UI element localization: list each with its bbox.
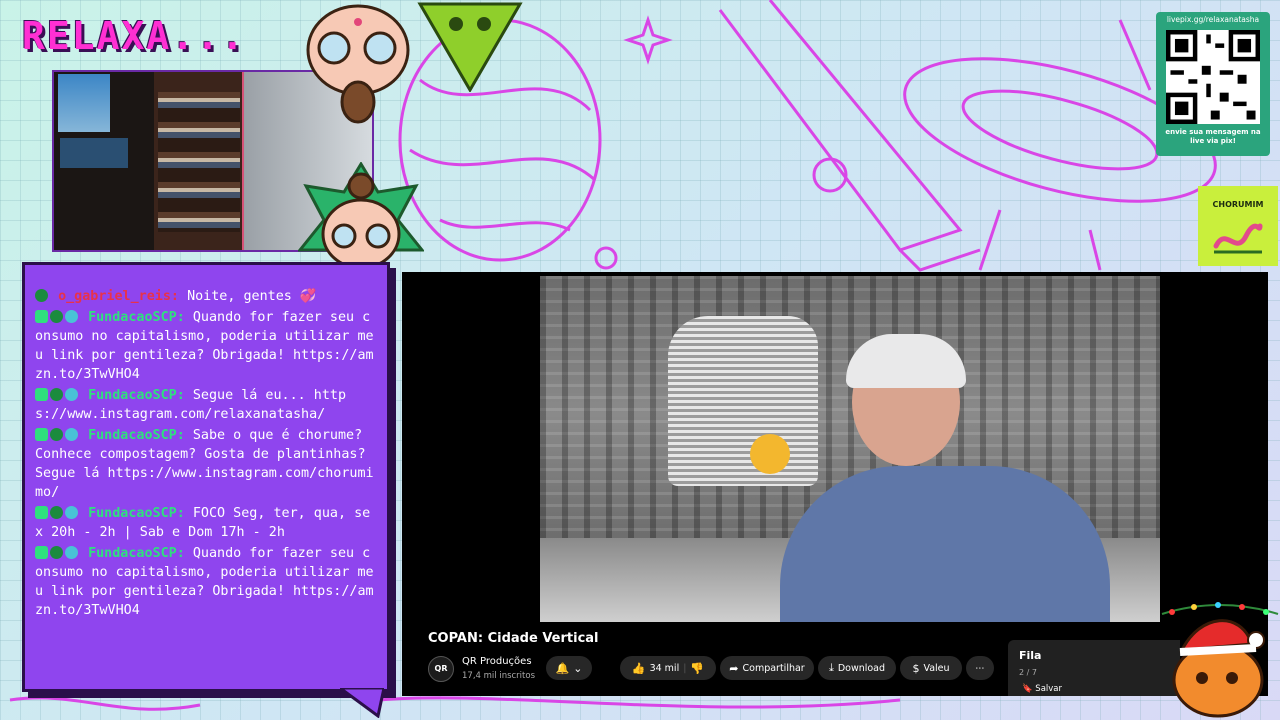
thumbs-down-icon: 👎 — [690, 661, 705, 675]
green-alien-icon — [50, 546, 63, 559]
chat-message: o_gabriel_reis: Noite, gentes 💞 — [35, 287, 377, 306]
chat-message: FundacaoSCP: Segue lá eu... https://www.… — [35, 386, 377, 424]
more-button[interactable]: ⋯ — [966, 656, 994, 680]
green-alien-icon — [50, 310, 63, 323]
channel-logo-text: RELAXA... — [22, 14, 246, 58]
sword-icon — [35, 388, 48, 401]
chat-username[interactable]: FundacaoSCP: — [88, 546, 185, 561]
presenter-hair — [846, 334, 966, 388]
sword-icon — [35, 506, 48, 519]
green-alien-icon — [50, 428, 63, 441]
painting-image — [60, 138, 128, 168]
share-button[interactable]: ➦ Compartilhar — [720, 656, 814, 680]
robot-icon — [65, 506, 78, 519]
queue-title: Fila — [1019, 649, 1042, 662]
chat-text: Segue lá eu... https://www.instagram.com… — [35, 388, 347, 422]
chat-text: Sabe o que é chorume? Conhece compostage… — [35, 428, 374, 500]
channel-name[interactable]: QR Produções — [462, 656, 532, 667]
thanks-icon: $ — [912, 661, 920, 675]
subscriber-count: 17,4 mil inscritos — [462, 671, 536, 681]
qr-code-image — [1166, 30, 1260, 124]
chat-username[interactable]: FundacaoSCP: — [88, 506, 185, 521]
chat-text: Quando for fazer seu consumo no capitali… — [35, 310, 374, 382]
thumbs-up-icon: 👍 — [631, 661, 646, 675]
chat-text: FOCO Seg, ter, qua, sex 20h - 2h | Sab e… — [35, 506, 371, 540]
books — [158, 92, 240, 232]
chat-username[interactable]: FundacaoSCP: — [88, 428, 185, 443]
queue-save-button[interactable]: 🔖 Salvar — [1022, 684, 1062, 694]
poster-image — [58, 74, 110, 132]
pix-url: livepix.gg/relaxanatasha — [1166, 15, 1260, 24]
chat-text: Quando for fazer seu consumo no capitali… — [35, 546, 374, 618]
share-icon: ➦ — [729, 661, 739, 675]
chat-text: Noite, gentes 💞 — [187, 289, 317, 304]
christmas-cat-sticker — [1161, 602, 1279, 718]
chat-username[interactable]: FundacaoSCP: — [88, 310, 185, 325]
thanks-button[interactable]: $ Valeu — [900, 656, 962, 680]
green-alien-icon — [50, 506, 63, 519]
sponsor-logo: CHORUMIM — [1198, 186, 1278, 266]
download-button[interactable]: ⤓ Download — [818, 656, 896, 680]
sword-icon — [35, 546, 48, 559]
worm-icon — [1213, 223, 1263, 254]
robot-icon — [65, 310, 78, 323]
share-label: Compartilhar — [742, 662, 805, 674]
chat-panel: o_gabriel_reis: Noite, gentes 💞 Fundacao… — [22, 262, 390, 692]
pix-message: envie sua mensagem na live via pix! — [1165, 128, 1261, 145]
thanks-label: Valeu — [923, 662, 950, 674]
channel-avatar[interactable]: QR — [428, 656, 454, 682]
copan-building — [668, 316, 818, 486]
queue-count: 2 / 7 — [1019, 668, 1037, 677]
video-frame[interactable] — [540, 276, 1160, 622]
chat-message: FundacaoSCP: Sabe o que é chorume? Conhe… — [35, 426, 377, 502]
save-label: Salvar — [1035, 684, 1062, 694]
chat-message: FundacaoSCP: Quando for fazer seu consum… — [35, 544, 377, 620]
like-button[interactable]: 👍 34 mil | 👎 — [620, 656, 716, 680]
robot-icon — [65, 388, 78, 401]
bookmark-icon: 🔖 — [1022, 684, 1033, 694]
sponsor-name: CHORUMIM — [1212, 200, 1264, 209]
green-alien-icon — [35, 289, 48, 302]
green-alien-icon — [50, 388, 63, 401]
chevron-down-icon: ⌄ — [573, 661, 583, 675]
bell-icon: 🔔 — [555, 661, 570, 675]
subscribe-bell-button[interactable]: 🔔 ⌄ — [546, 656, 592, 680]
flower — [750, 434, 790, 474]
like-count: 34 mil — [649, 662, 680, 674]
download-icon: ⤓ — [828, 661, 834, 674]
robot-icon — [65, 428, 78, 441]
chat-bubble-tail — [340, 688, 384, 718]
pix-qr-box: livepix.gg/relaxanatasha envie sua mensa… — [1156, 12, 1270, 156]
video-title: COPAN: Cidade Vertical — [428, 631, 599, 646]
download-label: Download — [837, 662, 886, 674]
cartoon-face-sticker — [306, 4, 410, 124]
chat-message: FundacaoSCP: Quando for fazer seu consum… — [35, 308, 377, 384]
sword-icon — [35, 428, 48, 441]
robot-icon — [65, 546, 78, 559]
divider: | — [683, 662, 687, 674]
more-icon: ⋯ — [975, 662, 985, 674]
green-alien-sticker — [417, 2, 523, 92]
chat-username[interactable]: FundacaoSCP: — [88, 388, 185, 403]
presenter-body — [780, 466, 1110, 622]
chat-username[interactable]: o_gabriel_reis: — [58, 289, 179, 304]
sword-icon — [35, 310, 48, 323]
chat-message: FundacaoSCP: FOCO Seg, ter, qua, sex 20h… — [35, 504, 377, 542]
